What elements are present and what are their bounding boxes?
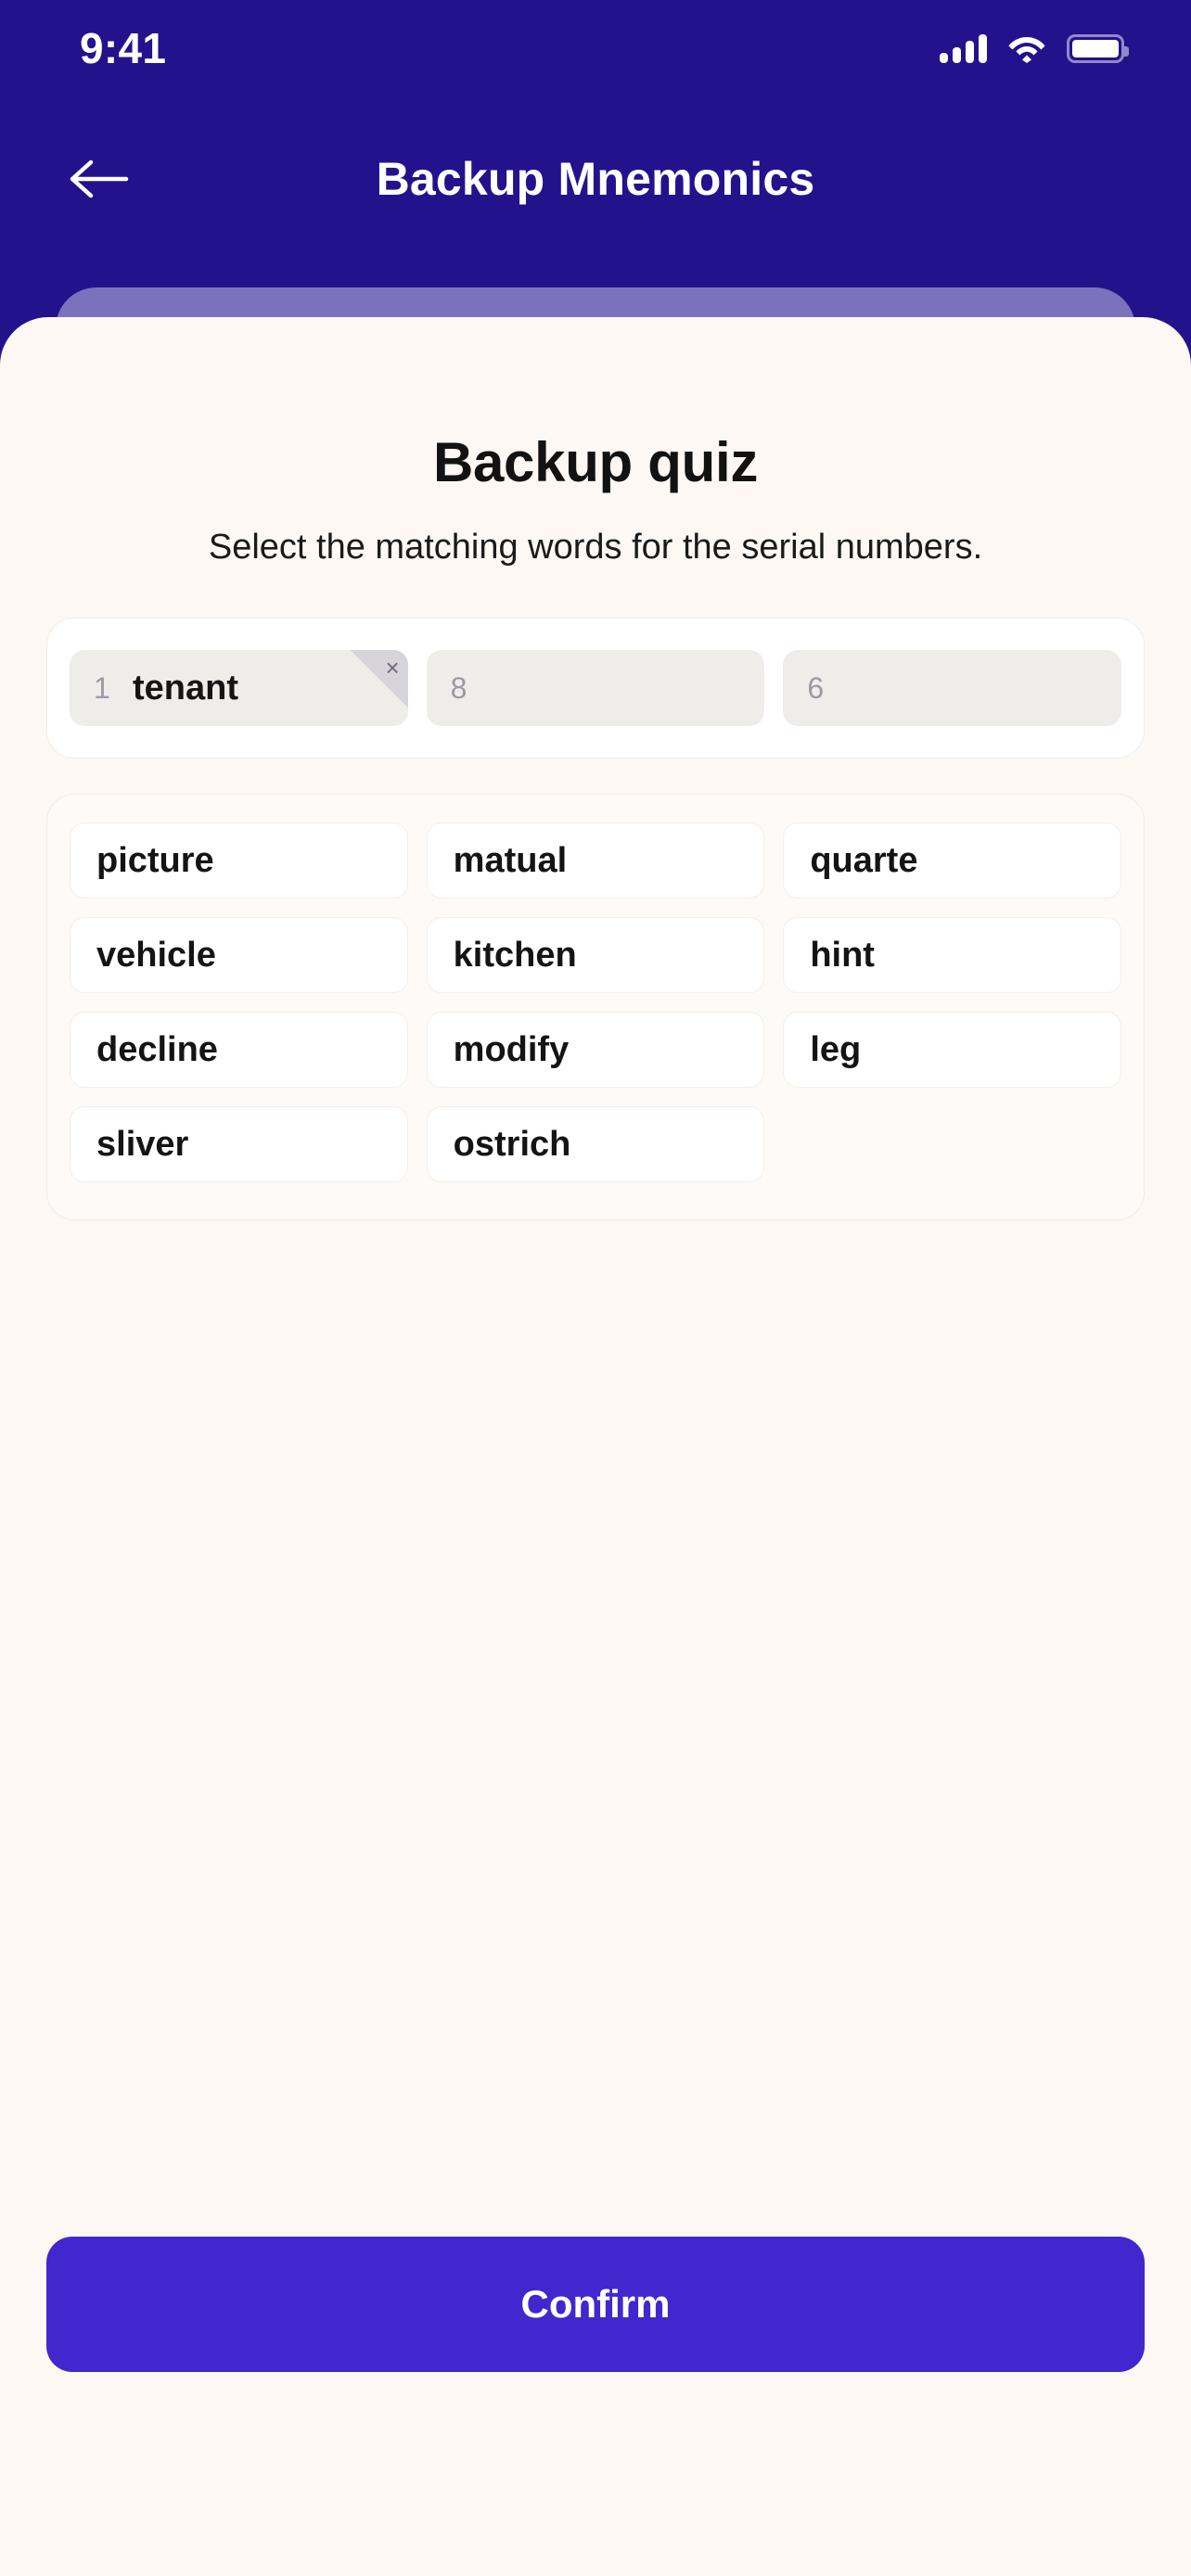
answer-slot-3[interactable]: 6: [783, 650, 1122, 726]
confirm-button[interactable]: Confirm: [46, 2237, 1145, 2372]
word-bank-grid: picture matual quarte vehicle kitchen hi…: [70, 823, 1121, 1182]
quiz-title: Backup quiz: [432, 431, 759, 493]
word-option[interactable]: sliver: [70, 1106, 408, 1182]
phone-screen: 9:41 Backup Mnemonics Backup quiz Select…: [0, 0, 1191, 2576]
quiz-subtitle: Select the matching words for the serial…: [208, 528, 983, 567]
slot-index: 8: [450, 670, 467, 705]
back-button[interactable]: [58, 137, 141, 221]
word-option[interactable]: hint: [783, 917, 1121, 993]
answer-slots-panel: 1 tenant × 8 6: [46, 618, 1145, 759]
status-bar: 9:41: [0, 0, 1191, 96]
word-option[interactable]: picture: [70, 823, 408, 899]
word-option[interactable]: quarte: [783, 823, 1121, 899]
word-bank-panel: picture matual quarte vehicle kitchen hi…: [46, 794, 1145, 1220]
status-icons: [940, 33, 1129, 63]
slot-index: 1: [94, 670, 110, 705]
answer-slot-1[interactable]: 1 tenant ×: [70, 650, 408, 726]
word-option[interactable]: modify: [426, 1012, 765, 1088]
slot-remove-button[interactable]: ×: [350, 650, 408, 708]
page-title: Backup Mnemonics: [376, 153, 815, 205]
status-time: 9:41: [80, 24, 167, 72]
word-option[interactable]: decline: [70, 1012, 408, 1088]
slot-index: 6: [807, 670, 825, 705]
signal-bars-icon: [940, 33, 987, 63]
nav-bar: Backup Mnemonics: [0, 130, 1191, 232]
battery-full-icon: [1067, 33, 1129, 63]
word-option[interactable]: vehicle: [70, 917, 408, 993]
word-option[interactable]: kitchen: [426, 917, 765, 993]
word-option[interactable]: leg: [783, 1012, 1121, 1088]
arrow-left-icon: [70, 159, 129, 198]
wifi-icon: [1008, 37, 1045, 63]
word-option[interactable]: ostrich: [426, 1106, 765, 1182]
slot-word: tenant: [133, 668, 238, 708]
close-icon: ×: [385, 654, 400, 682]
answer-slot-2[interactable]: 8: [426, 650, 765, 726]
word-option[interactable]: matual: [426, 823, 765, 899]
